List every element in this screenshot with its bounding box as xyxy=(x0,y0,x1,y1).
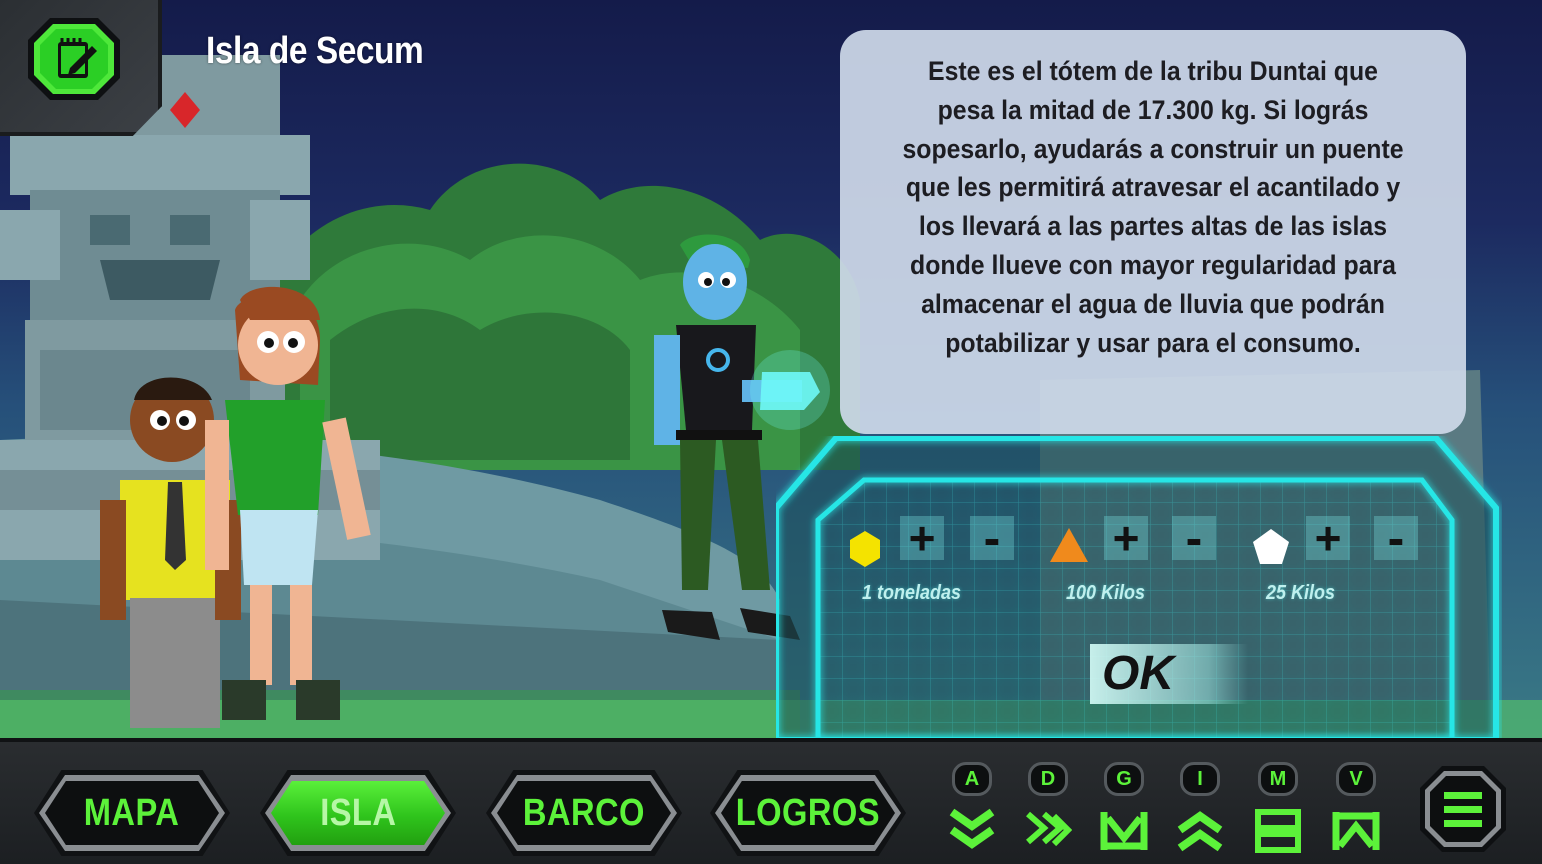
nav-barco-button[interactable]: BARCO xyxy=(486,770,682,856)
double-chevron-up-icon xyxy=(1177,811,1223,852)
mode-i-letter: I xyxy=(1180,762,1220,796)
notebook-icon xyxy=(28,18,120,100)
hamburger-menu-icon xyxy=(1420,766,1506,852)
mode-i-button[interactable]: I xyxy=(1176,762,1224,858)
nav-logros-label: LOGROS xyxy=(735,791,881,834)
twentyfive-kilos-minus-button[interactable]: - xyxy=(1374,513,1418,563)
mode-g-button[interactable]: G xyxy=(1100,762,1148,858)
mode-d-letter: D xyxy=(1028,762,1068,796)
menu-button[interactable] xyxy=(1418,764,1508,854)
hundred-kilos-minus-button[interactable]: - xyxy=(1172,513,1216,563)
mode-a-button[interactable]: A xyxy=(948,762,996,858)
mode-d-button[interactable]: D xyxy=(1024,762,1072,858)
mode-g-letter: G xyxy=(1104,762,1144,796)
hundred-kilos-plus-button[interactable]: + xyxy=(1104,515,1148,561)
mode-v-letter: V xyxy=(1336,762,1376,796)
notebook-button[interactable] xyxy=(26,16,122,102)
zigzag-arrows-icon xyxy=(1026,811,1072,847)
nav-isla-button[interactable]: ISLA xyxy=(260,770,456,856)
mode-a-letter: A xyxy=(952,762,992,796)
double-chevron-down-icon xyxy=(949,808,995,849)
nav-mapa-label: MAPA xyxy=(84,791,180,834)
bottom-nav-bar: MAPA ISLA BARCO LOGROS A D G I M V xyxy=(0,738,1542,864)
mode-m-letter: M xyxy=(1258,762,1298,796)
ton-minus-button[interactable]: - xyxy=(970,513,1014,563)
ton-weight-label: 1 toneladas xyxy=(862,582,962,604)
ton-plus-button[interactable]: + xyxy=(900,515,944,561)
pentagon-weight-icon xyxy=(1253,529,1289,564)
mode-v-button[interactable]: V xyxy=(1332,762,1380,858)
ok-button[interactable]: OK xyxy=(1090,644,1248,704)
hexagon-weight-icon xyxy=(850,531,880,567)
hundred-kilos-label: 100 Kilos xyxy=(1066,582,1146,604)
location-title: Isla de Secum xyxy=(206,30,424,72)
twentyfive-kilos-label: 25 Kilos xyxy=(1266,582,1336,604)
nav-mapa-button[interactable]: MAPA xyxy=(34,770,230,856)
nav-isla-label: ISLA xyxy=(319,791,397,834)
nav-barco-label: BARCO xyxy=(523,791,645,834)
g-bracket-icon xyxy=(1100,812,1148,850)
nav-logros-button[interactable]: LOGROS xyxy=(710,770,906,856)
v-bracket-icon xyxy=(1332,812,1380,850)
mode-m-button[interactable]: M xyxy=(1254,762,1302,858)
weight-panel: + - 1 toneladas + - 100 Kilos + - 25 Kil… xyxy=(776,436,1502,740)
twentyfive-kilos-plus-button[interactable]: + xyxy=(1306,515,1350,561)
dialog-text: Este es el tótem de la tribu Duntai que … xyxy=(902,56,1404,358)
stacked-bars-icon xyxy=(1255,809,1301,853)
dialog-box: Este es el tótem de la tribu Duntai que … xyxy=(840,30,1466,434)
triangle-weight-icon xyxy=(1050,528,1088,562)
